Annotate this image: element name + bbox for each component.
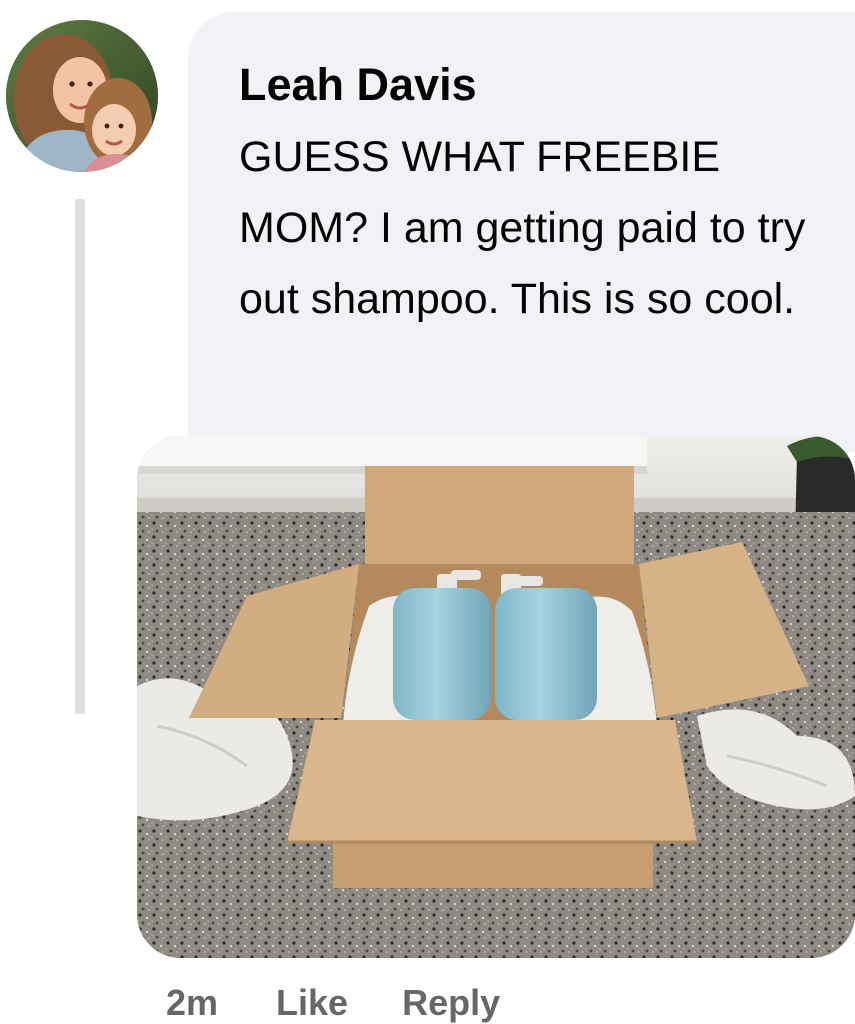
comment-timestamp[interactable]: 2m <box>166 980 218 1024</box>
reply-button[interactable]: Reply <box>402 980 500 1024</box>
profile-photo-icon <box>6 20 158 172</box>
comment-actions: 2m Like Reply <box>166 980 500 1024</box>
comment-container: Leah Davis GUESS WHAT FREEBIE MOM? I am … <box>0 0 855 1024</box>
thread-line <box>75 199 85 714</box>
attached-photo[interactable] <box>137 436 855 958</box>
comment-text: GUESS WHAT FREEBIE MOM? I am getting pai… <box>239 133 806 323</box>
like-button[interactable]: Like <box>276 980 348 1024</box>
photo-box-with-shampoo-bottles-icon <box>137 436 855 958</box>
comment-bubble: Leah Davis GUESS WHAT FREEBIE MOM? I am … <box>188 12 855 452</box>
avatar[interactable] <box>6 20 158 172</box>
author-name[interactable]: Leah Davis <box>239 56 855 114</box>
